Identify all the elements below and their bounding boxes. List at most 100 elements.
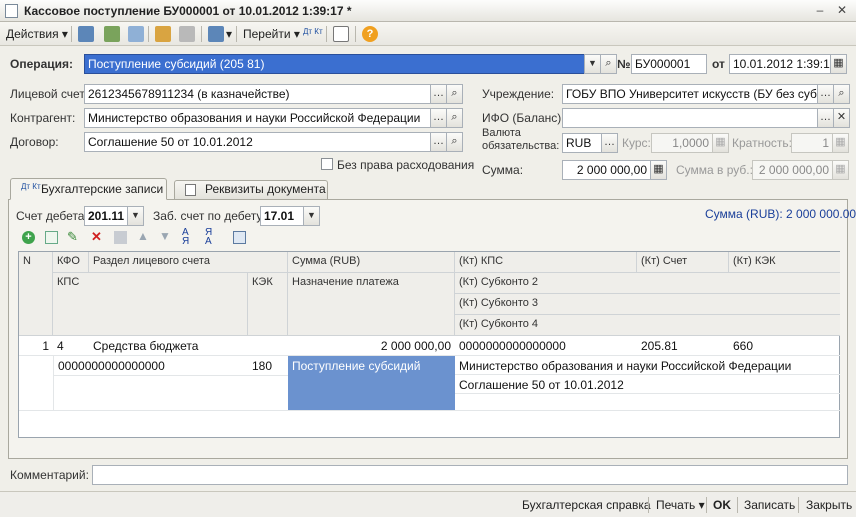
multiplicity-calc-icon: ▦ <box>832 133 849 153</box>
col-sum-header[interactable]: Сумма (RUB) <box>288 252 455 273</box>
col-kt-account-header[interactable]: (Кт) Счет <box>637 252 729 273</box>
ok-button[interactable]: OK <box>713 498 731 512</box>
col-subconto4-header[interactable]: (Кт) Субконто 4 <box>455 315 840 336</box>
refresh-icon[interactable] <box>104 26 120 42</box>
sum-field[interactable]: 2 000 000,00 <box>562 160 651 180</box>
offbalance-field[interactable]: 17.01 <box>260 206 304 226</box>
institution-choose-icon[interactable]: … <box>817 84 834 104</box>
col-section-header[interactable]: Раздел лицевого счета <box>89 252 288 273</box>
post-icon[interactable] <box>155 26 171 42</box>
currency-choose-icon[interactable]: … <box>601 133 618 153</box>
contract-choose-icon[interactable]: … <box>430 132 447 152</box>
sum-rub-label: Сумма в руб.: <box>676 163 753 177</box>
account-choose-icon[interactable]: … <box>430 84 447 104</box>
sum-calc-icon[interactable]: ▦ <box>650 160 667 180</box>
operation-dropdown-icon[interactable]: ▼ <box>584 54 601 74</box>
close-button[interactable]: Закрыть <box>806 498 852 512</box>
ifo-choose-icon[interactable]: … <box>817 108 834 128</box>
save-icon[interactable] <box>78 26 94 42</box>
save-button[interactable]: Записать <box>744 498 795 512</box>
account-field[interactable]: 2612345678911234 (в казначействе) <box>84 84 431 104</box>
ifo-clear-icon[interactable]: ✕ <box>833 108 850 128</box>
debit-account-field[interactable]: 201.11 <box>84 206 128 226</box>
sort-desc-icon[interactable]: ЯA <box>205 228 212 247</box>
window-title: Кассовое поступление БУ000001 от 10.01.2… <box>24 4 352 18</box>
close-window-button[interactable]: ✕ <box>834 3 850 18</box>
col-subconto2-header[interactable]: (Кт) Субконто 2 <box>455 273 840 294</box>
institution-field[interactable]: ГОБУ ВПО Университет искусств (БУ без су… <box>562 84 818 104</box>
report-icon[interactable] <box>333 26 349 42</box>
no-spend-checkbox[interactable] <box>321 158 333 170</box>
dt-kt-icon: Дт Кт <box>21 182 41 191</box>
accounting-report-button[interactable]: Бухгалтерская справка <box>522 498 651 512</box>
based-on-icon[interactable] <box>208 26 224 42</box>
col-kek-header[interactable]: КЭК <box>248 273 288 336</box>
calendar-icon[interactable]: ▦ <box>830 54 847 74</box>
col-n-header[interactable]: N <box>19 252 53 336</box>
add-row-icon[interactable]: + <box>22 231 35 244</box>
fill-icon[interactable] <box>233 231 246 244</box>
title-bar: Кассовое поступление БУ000001 от 10.01.2… <box>0 0 856 22</box>
col-purpose-header[interactable]: Назначение платежа <box>288 273 455 336</box>
cell-kt-kek: 660 <box>729 336 840 356</box>
col-kfo-header[interactable]: КФО <box>53 252 89 273</box>
rate-calc-icon: ▦ <box>712 133 729 153</box>
rate-label: Курс: <box>622 136 651 150</box>
sum-rub-calc-icon: ▦ <box>832 160 849 180</box>
currency-label-2: обязательства: <box>482 140 560 152</box>
edit-row-icon[interactable]: ✎ <box>67 229 78 245</box>
contract-search-icon[interactable]: ⌕ <box>446 132 463 152</box>
cell-section: Средства бюджета <box>89 336 288 356</box>
copy-icon[interactable] <box>128 26 144 42</box>
delete-row-icon[interactable]: ✕ <box>91 229 102 245</box>
institution-search-icon[interactable]: ⌕ <box>833 84 850 104</box>
copy-row-icon[interactable] <box>45 231 58 244</box>
account-search-icon[interactable]: ⌕ <box>446 84 463 104</box>
debit-dropdown-icon[interactable]: ▼ <box>127 206 144 226</box>
cell-kek: 180 <box>248 356 288 376</box>
col-kt-kek-header[interactable]: (Кт) КЭК <box>729 252 840 273</box>
cell-kfo: 4 <box>53 336 89 356</box>
tab-document-details-label: Реквизиты документа <box>205 182 326 196</box>
account-label: Лицевой счет: <box>10 87 89 101</box>
actions-menu[interactable]: Действия ▾ <box>6 25 68 43</box>
currency-field[interactable]: RUB <box>562 133 602 153</box>
help-icon[interactable]: ? <box>362 26 378 42</box>
cell-subconto2: Министерство образования и науки Российс… <box>455 356 840 375</box>
toolbar: Действия ▾ ▾ Перейти ▾ Дт Кт ? <box>0 22 856 46</box>
entries-grid: N КФО Раздел лицевого счета Сумма (RUB) … <box>18 251 840 438</box>
comment-label: Комментарий: <box>10 468 89 482</box>
sum-rub-field: 2 000 000,00 <box>752 160 833 180</box>
minimize-button[interactable]: – <box>812 3 828 18</box>
cell-subconto3: Соглашение 50 от 10.01.2012 <box>455 375 840 394</box>
tab-document-details[interactable]: Реквизиты документа <box>174 180 328 199</box>
ifo-label: ИФО (Баланс): <box>482 111 565 125</box>
goto-menu[interactable]: Перейти ▾ <box>243 25 300 43</box>
cell-n: 1 <box>19 336 53 356</box>
col-subconto3-header[interactable]: (Кт) Субконто 3 <box>455 294 840 315</box>
dt-kt-icon[interactable]: Дт Кт <box>303 27 323 45</box>
end-edit-icon <box>114 231 127 244</box>
contractor-choose-icon[interactable]: … <box>430 108 447 128</box>
print-menu[interactable]: Печать ▾ <box>656 498 705 512</box>
ifo-field[interactable] <box>562 108 818 128</box>
tab-accounting-entries-label: Бухгалтерские записи <box>41 182 164 196</box>
document-icon <box>185 184 196 196</box>
contractor-search-icon[interactable]: ⌕ <box>446 108 463 128</box>
col-kps-header[interactable]: КПС <box>53 273 248 336</box>
date-field[interactable]: 10.01.2012 1:39:17 <box>729 54 831 74</box>
operation-search-icon[interactable]: ⌕ <box>600 54 617 74</box>
number-field[interactable]: БУ000001 <box>631 54 707 74</box>
tab-accounting-entries[interactable]: Дт Кт Бухгалтерские записи <box>10 178 167 200</box>
unpost-icon[interactable] <box>179 26 195 42</box>
col-kt-kps-header[interactable]: (Кт) КПС <box>455 252 637 273</box>
operation-field[interactable]: Поступление субсидий (205 81) <box>84 54 585 74</box>
document-icon <box>5 4 18 18</box>
cell-kt-kps: 0000000000000000 <box>455 336 637 356</box>
based-on-dropdown[interactable]: ▾ <box>226 25 232 43</box>
contractor-field[interactable]: Министерство образования и науки Российс… <box>84 108 431 128</box>
offbalance-dropdown-icon[interactable]: ▼ <box>303 206 320 226</box>
contract-field[interactable]: Соглашение 50 от 10.01.2012 <box>84 132 431 152</box>
sort-asc-icon[interactable]: AЯ <box>182 228 189 247</box>
comment-field[interactable] <box>92 465 848 485</box>
